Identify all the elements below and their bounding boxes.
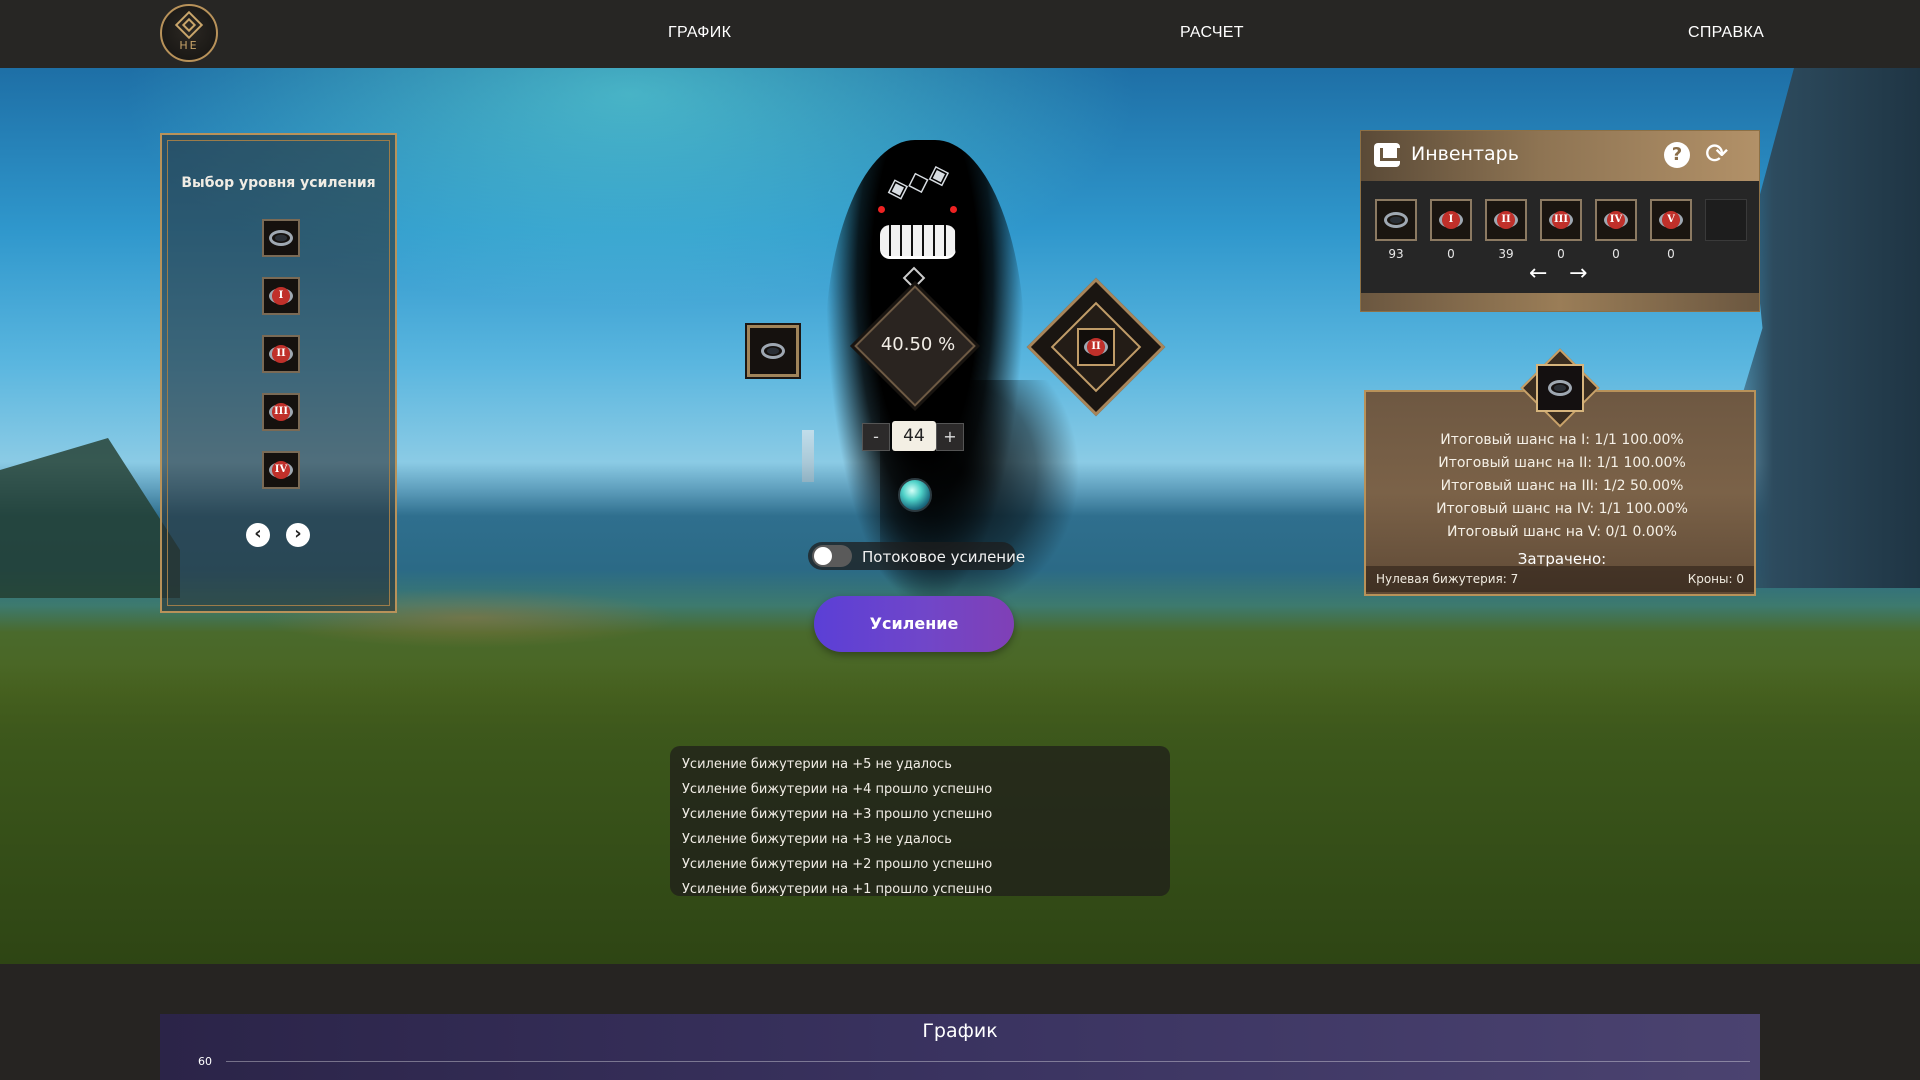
inventory-slot-4[interactable]: IV: [1595, 199, 1637, 241]
level-badge: II: [1087, 338, 1105, 356]
chart-gridline: [226, 1061, 1750, 1062]
level-select-panel: Выбор уровня усиления I II III IV ‹ ›: [160, 133, 397, 613]
base-jewelry-spent: Нулевая бижутерия: 7: [1376, 572, 1519, 586]
nav-link-chart[interactable]: ГРАФИК: [668, 24, 731, 42]
inventory-slot-base[interactable]: [1375, 199, 1417, 241]
inventory-slot-empty[interactable]: [1705, 199, 1747, 241]
inventory-slot-2[interactable]: II: [1485, 199, 1527, 241]
log-line: Усиление бижутерии на +5 не удалось: [682, 757, 952, 772]
inventory-slot-5[interactable]: V: [1650, 199, 1692, 241]
result-line: Итоговый шанс на II: 1/1 100.00%: [1438, 455, 1686, 471]
result-line: Итоговый шанс на IV: 1/1 100.00%: [1436, 501, 1688, 517]
crowns-spent: Кроны: 0: [1687, 572, 1744, 586]
chart-panel: График 60: [160, 1014, 1760, 1080]
spent-footer: Нулевая бижутерия: 7 Кроны: 0: [1366, 566, 1754, 592]
black-spirit-eye: [878, 206, 885, 213]
result-line: Итоговый шанс на V: 0/1 0.00%: [1447, 524, 1677, 540]
inventory-slot-3[interactable]: III: [1540, 199, 1582, 241]
log-line: Усиление бижутерии на +3 прошло успешно: [682, 807, 993, 822]
level-select-title: Выбор уровня усиления: [181, 175, 376, 191]
log-line: Усиление бижутерии на +4 прошло успешно: [682, 782, 993, 797]
refresh-icon[interactable]: ⟳: [1705, 139, 1728, 169]
source-item-slot[interactable]: [747, 325, 799, 377]
result-line: Итоговый шанс на I: 1/1 100.00%: [1440, 432, 1684, 448]
ring-icon: [269, 230, 293, 246]
level-item-base[interactable]: [262, 219, 300, 257]
inventory-grid: 93 I 0 II 39 III 0 IV 0 V 0 ← →: [1361, 181, 1759, 293]
inventory-count: 0: [1612, 247, 1620, 261]
hill: [0, 438, 180, 598]
chevron-left-icon[interactable]: ‹: [246, 523, 270, 547]
chevron-right-icon[interactable]: ›: [286, 523, 310, 547]
level-badge: V: [1662, 211, 1680, 229]
result-line: Итоговый шанс на III: 1/2 50.00%: [1440, 478, 1684, 494]
level-badge: IV: [272, 461, 290, 479]
inventory-count: 39: [1498, 247, 1514, 261]
logo[interactable]: HE: [160, 4, 218, 62]
enhance-log: Усиление бижутерии на +5 не удалось Усил…: [670, 746, 1170, 897]
result-item-slot[interactable]: [1536, 364, 1584, 412]
inventory-count: 93: [1388, 247, 1404, 261]
level-badge: IV: [1607, 211, 1625, 229]
level-badge: II: [1497, 211, 1515, 229]
ring-icon: [1384, 212, 1408, 228]
inventory-header: Инвентарь ? ⟳: [1361, 131, 1759, 181]
crystal-orb-icon[interactable]: [898, 478, 932, 512]
log-line: Усиление бижутерии на +2 прошло успешно: [682, 857, 993, 872]
level-badge: I: [1442, 211, 1460, 229]
inventory-icon: [1374, 143, 1400, 167]
chart-title: График: [922, 1020, 998, 1042]
nav-link-calculation[interactable]: РАСЧЕТ: [1180, 24, 1244, 42]
level-item-3[interactable]: III: [262, 393, 300, 431]
inventory-title: Инвентарь: [1411, 143, 1519, 165]
nav-link-help[interactable]: СПРАВКА: [1688, 24, 1764, 42]
stream-enhance-toggle-wrap: Потоковое усиление: [808, 542, 1025, 570]
inventory-count: 0: [1447, 247, 1455, 261]
enhance-button[interactable]: Усиление: [814, 596, 1014, 652]
enhance-chance: 40.50 %: [880, 334, 956, 355]
top-nav: HE ГРАФИК РАСЧЕТ СПРАВКА: [0, 0, 1920, 68]
toggle-knob: [814, 547, 832, 565]
level-badge: III: [1552, 211, 1570, 229]
failstack-value[interactable]: 44: [892, 421, 936, 451]
inventory-count: 0: [1667, 247, 1675, 261]
inventory-footer: [1361, 293, 1759, 311]
inventory-panel: Инвентарь ? ⟳ 93 I 0 II 39 III 0 IV 0 V …: [1360, 130, 1760, 312]
help-icon[interactable]: ?: [1664, 142, 1690, 168]
log-line: Усиление бижутерии на +3 не удалось: [682, 832, 952, 847]
level-badge: I: [272, 287, 290, 305]
inventory-slot-1[interactable]: I: [1430, 199, 1472, 241]
arrow-right-icon[interactable]: →: [1569, 261, 1587, 286]
black-spirit-eye: [950, 206, 957, 213]
target-item-slot[interactable]: II: [1077, 328, 1115, 366]
log-line: Усиление бижутерии на +1 прошло успешно: [682, 882, 993, 897]
failstack-plus-button[interactable]: +: [936, 423, 964, 451]
level-badge: II: [272, 345, 290, 363]
inventory-count: 0: [1557, 247, 1565, 261]
black-spirit-mouth: [880, 225, 956, 259]
level-badge: III: [272, 403, 290, 421]
arrow-left-icon[interactable]: ←: [1529, 261, 1547, 286]
logo-text: HE: [179, 39, 199, 52]
ring-icon: [761, 343, 785, 359]
stream-enhance-label: Потоковое усиление: [862, 548, 1026, 566]
failstack-minus-button[interactable]: -: [862, 423, 890, 451]
level-item-2[interactable]: II: [262, 335, 300, 373]
level-select-frame: [167, 140, 390, 606]
chart-y-tick: 60: [198, 1055, 212, 1068]
stream-enhance-toggle[interactable]: [812, 545, 852, 567]
level-item-4[interactable]: IV: [262, 451, 300, 489]
lighthouse: [802, 430, 814, 482]
ring-icon: [1548, 380, 1572, 396]
level-item-1[interactable]: I: [262, 277, 300, 315]
